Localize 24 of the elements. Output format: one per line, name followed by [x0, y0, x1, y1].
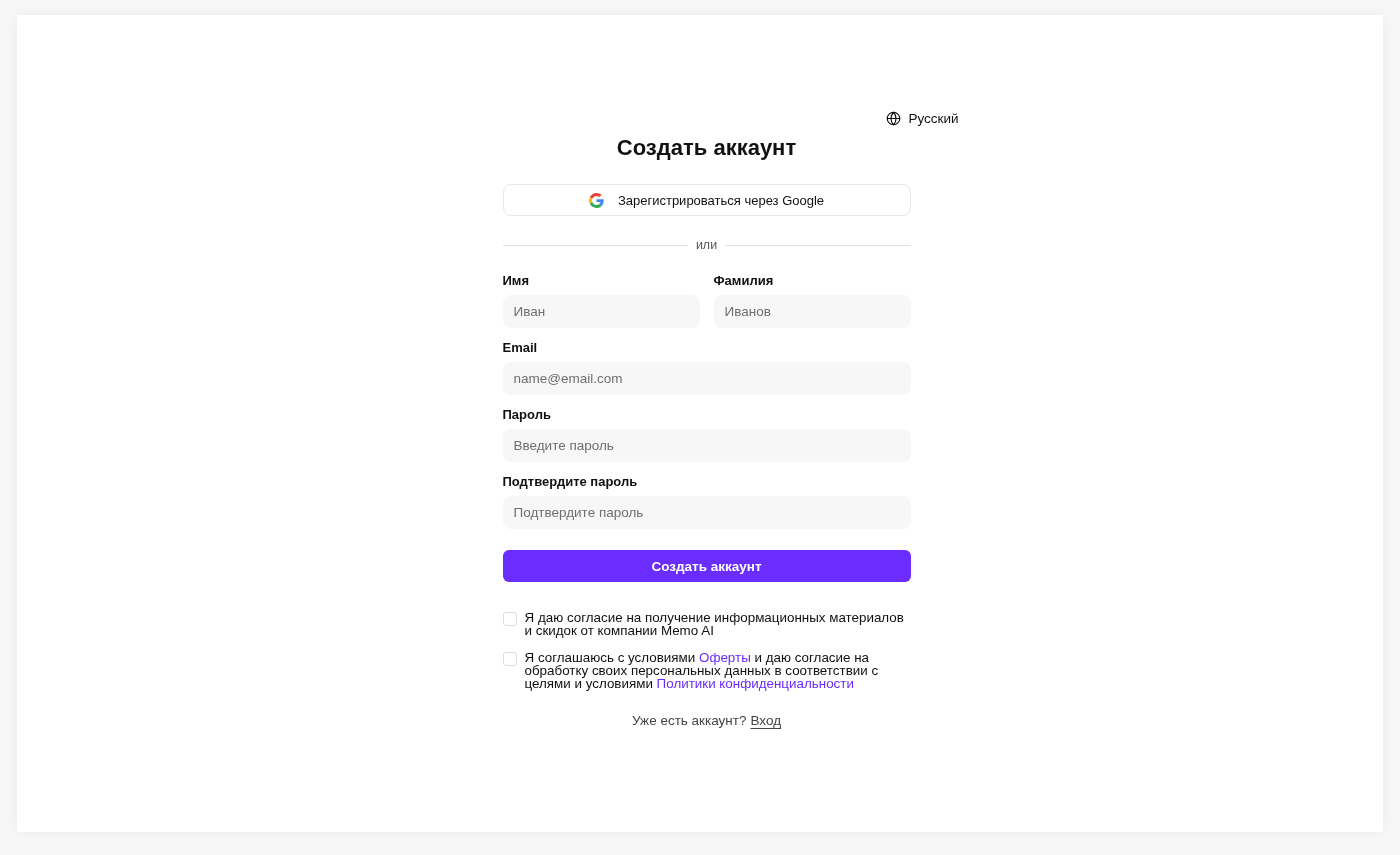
- login-link[interactable]: Вход: [750, 713, 782, 728]
- input-field[interactable]: Иванов: [713, 295, 911, 328]
- field-label: Email: [502, 340, 539, 356]
- google-signup-button[interactable]: Зарегистрироваться через Google: [502, 184, 911, 216]
- consent-text: Я даю согласие на получение информационных материалов и скидок от компании Memo AI: [524, 611, 905, 637]
- checkbox[interactable]: [502, 652, 517, 666]
- consent-link[interactable]: Оферты: [699, 650, 751, 665]
- field-label: Подтвердите пароль: [502, 474, 639, 490]
- checkbox[interactable]: [502, 612, 517, 626]
- google-g-icon: [588, 192, 604, 208]
- language-selector[interactable]: Русский: [886, 110, 959, 126]
- field-label: Имя: [502, 273, 531, 289]
- input-field[interactable]: Подтвердите пароль: [502, 496, 911, 529]
- field-label: Фамилия: [713, 273, 775, 289]
- create-account-button[interactable]: Создать аккаунт: [502, 550, 911, 582]
- login-prompt: Уже есть аккаунт?: [631, 713, 747, 728]
- input-field[interactable]: Иван: [502, 295, 700, 328]
- input-field[interactable]: Введите пароль: [502, 429, 911, 462]
- input-field[interactable]: name@email.com: [502, 362, 911, 395]
- field-label: Пароль: [502, 407, 552, 423]
- consent-text: Я соглашаюсь с условиями Оферты и даю согласие на обработку своих персональных данных в соответствии с целями и условиями Политики конфиденциальности: [524, 651, 880, 690]
- page-title: Создать аккаунт: [615, 134, 798, 162]
- divider-label: или: [695, 238, 718, 252]
- globe-icon: [886, 110, 902, 126]
